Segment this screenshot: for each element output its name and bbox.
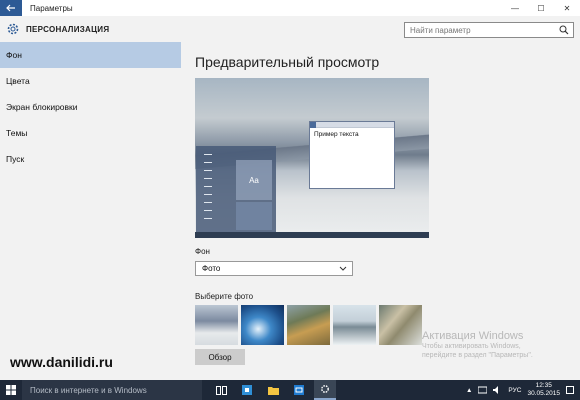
- gear-icon: [7, 23, 19, 35]
- clock[interactable]: 12:35 30.05.2015: [527, 382, 560, 398]
- settings-gear-icon: [321, 385, 329, 393]
- photo-thumbnail[interactable]: [333, 305, 376, 345]
- windows-logo-icon: [6, 385, 16, 395]
- taskbar-mail-app[interactable]: [288, 380, 310, 400]
- taskbar-settings-app[interactable]: [314, 380, 336, 400]
- minimize-button[interactable]: —: [502, 0, 528, 16]
- photo-thumbnail[interactable]: [241, 305, 284, 345]
- activation-line: Чтобы активировать Windows,: [422, 343, 521, 350]
- window-controls: — ☐ ✕: [502, 0, 580, 16]
- browse-button[interactable]: Обзор: [195, 349, 245, 365]
- window-title: Параметры: [30, 3, 73, 13]
- store-icon: [242, 385, 252, 395]
- tray-chevron-up-icon[interactable]: ▲: [466, 387, 472, 394]
- sidebar-item-colors[interactable]: Цвета: [0, 68, 181, 94]
- sidebar-item-start[interactable]: Пуск: [0, 146, 181, 172]
- title-bar: Параметры — ☐ ✕: [0, 0, 580, 16]
- taskbar-store-app[interactable]: [236, 380, 258, 400]
- photo-thumbnails: [195, 305, 422, 345]
- preview-taskbar: [195, 232, 429, 238]
- taskbar-search-placeholder: Поиск в интернете и в Windows: [30, 386, 147, 395]
- sidebar-item-label: Цвета: [6, 76, 30, 86]
- search-icon[interactable]: [559, 25, 569, 35]
- background-label: Фон: [195, 247, 210, 256]
- activation-title: Активация Windows: [422, 330, 524, 342]
- taskbar-explorer-app[interactable]: [262, 380, 284, 400]
- notifications-icon[interactable]: [566, 386, 574, 394]
- sidebar-item-label: Темы: [6, 128, 28, 138]
- folder-icon: [267, 386, 279, 395]
- language-indicator[interactable]: РУС: [508, 387, 521, 394]
- search-input[interactable]: Найти параметр: [404, 22, 574, 38]
- dropdown-value: Фото: [202, 264, 221, 273]
- mail-icon: [294, 385, 304, 395]
- sidebar-item-label: Экран блокировки: [6, 102, 78, 112]
- taskbar-search[interactable]: Поиск в интернете и в Windows: [22, 380, 202, 400]
- preview-start-menu: Aa: [196, 146, 276, 232]
- system-tray: ▲ РУС 12:35 30.05.2015: [466, 380, 574, 400]
- maximize-button[interactable]: ☐: [528, 0, 554, 16]
- preview-window: Пример текста: [309, 121, 395, 189]
- photo-thumbnail[interactable]: [195, 305, 238, 345]
- photo-thumbnail[interactable]: [379, 305, 422, 345]
- sidebar: Фон Цвета Экран блокировки Темы Пуск: [0, 42, 181, 380]
- task-view-button[interactable]: [210, 380, 232, 400]
- preview-heading: Предварительный просмотр: [195, 54, 380, 70]
- back-button[interactable]: [0, 0, 22, 16]
- sidebar-item-themes[interactable]: Темы: [0, 120, 181, 146]
- sidebar-item-background[interactable]: Фон: [0, 42, 181, 68]
- preview-tile-text: Aa: [249, 175, 259, 185]
- activation-line: перейдите в раздел "Параметры".: [422, 352, 533, 359]
- preview-tile: [236, 202, 272, 230]
- volume-icon[interactable]: [493, 386, 502, 394]
- start-button[interactable]: [0, 380, 22, 400]
- close-button[interactable]: ✕: [554, 0, 580, 16]
- settings-header: ПЕРСОНАЛИЗАЦИЯ Найти параметр: [0, 16, 580, 42]
- photo-thumbnail[interactable]: [287, 305, 330, 345]
- choose-photo-label: Выберите фото: [195, 292, 254, 301]
- taskbar: Поиск в интернете и в Windows ▲ РУС 12:3…: [0, 380, 580, 400]
- background-preview: Aa Пример текста: [195, 78, 429, 238]
- sidebar-item-label: Фон: [6, 50, 22, 60]
- sidebar-item-label: Пуск: [6, 154, 25, 164]
- clock-time: 12:35: [535, 382, 552, 389]
- network-icon[interactable]: [478, 386, 488, 394]
- page-title: ПЕРСОНАЛИЗАЦИЯ: [26, 25, 110, 34]
- task-view-icon: [215, 385, 227, 395]
- activation-watermark: Активация Windows Чтобы активировать Win…: [422, 330, 533, 360]
- back-arrow-icon: [6, 4, 15, 12]
- preview-window-text: Пример текста: [314, 131, 359, 138]
- main-panel: Предварительный просмотр Aa Пример текст…: [181, 42, 580, 380]
- chevron-down-icon: [339, 266, 347, 271]
- search-placeholder: Найти параметр: [410, 26, 471, 35]
- sidebar-item-lock-screen[interactable]: Экран блокировки: [0, 94, 181, 120]
- site-watermark: www.danilidi.ru: [10, 354, 113, 370]
- preview-tile: Aa: [236, 160, 272, 200]
- background-type-dropdown[interactable]: Фото: [195, 261, 353, 276]
- clock-date: 30.05.2015: [527, 390, 560, 397]
